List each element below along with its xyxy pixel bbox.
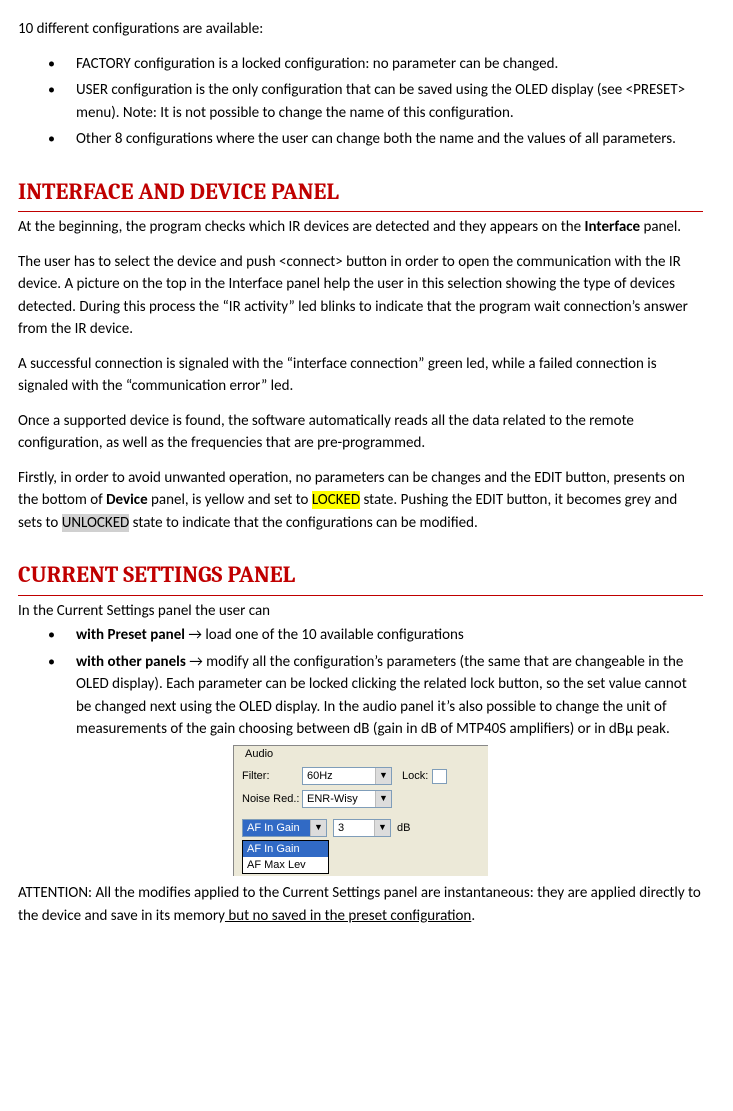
intro-text: 10 different configurations are availabl…: [18, 18, 703, 41]
unlocked-highlight: UNLOCKED: [62, 514, 130, 532]
gain-unit: dB: [397, 820, 410, 837]
filter-value: 60Hz: [307, 768, 333, 785]
lock-label: Lock:: [402, 768, 428, 785]
heading-current-settings: CURRENT SETTINGS PANEL: [18, 558, 703, 596]
text: state to indicate that the configuration…: [129, 514, 478, 532]
filter-label: Filter:: [242, 768, 302, 785]
device-bold: Device: [106, 491, 148, 509]
lock-checkbox[interactable]: [432, 769, 447, 784]
attention-underline: but no saved in the preset configuration: [225, 907, 471, 925]
chevron-down-icon: ▼: [375, 768, 391, 784]
settings-list: with Preset panel → load one of the 10 a…: [18, 624, 703, 741]
config-list: FACTORY configuration is a locked config…: [18, 53, 703, 151]
filter-dropdown[interactable]: 60Hz ▼: [302, 767, 392, 785]
list-item: with other panels → modify all the confi…: [60, 651, 703, 741]
list-item: USER configuration is the only configura…: [60, 79, 703, 124]
dropdown-option[interactable]: AF Max Lev: [243, 857, 328, 873]
preset-bold: with Preset panel: [76, 626, 185, 644]
text: .: [471, 907, 475, 925]
gain-type-value: AF In Gain: [247, 820, 300, 837]
noise-red-value: ENR-Wisy: [307, 791, 358, 808]
gain-type-options-list: AF In Gain AF Max Lev: [242, 840, 329, 874]
chevron-down-icon: ▼: [374, 820, 390, 836]
paragraph: A successful connection is signaled with…: [18, 353, 703, 398]
paragraph: Firstly, in order to avoid unwanted oper…: [18, 467, 703, 535]
audio-group-label: Audio: [242, 748, 276, 760]
attention-paragraph: ATTENTION: All the modifies applied to t…: [18, 882, 703, 927]
gain-value-dropdown[interactable]: 3 ▼: [333, 819, 391, 837]
chevron-down-icon: ▼: [375, 791, 391, 807]
audio-panel-screenshot: Audio Filter: 60Hz ▼ Lock: Noise Red.: E…: [233, 745, 488, 877]
dropdown-option[interactable]: AF In Gain: [243, 841, 328, 857]
locked-highlight: LOCKED: [312, 491, 360, 509]
paragraph: At the beginning, the program checks whi…: [18, 216, 703, 239]
other-panels-bold: with other panels: [76, 653, 186, 671]
gain-type-dropdown[interactable]: AF In Gain ▼: [242, 819, 327, 837]
gain-value: 3: [338, 820, 344, 837]
heading-interface-device: INTERFACE AND DEVICE PANEL: [18, 175, 703, 213]
text: At the beginning, the program checks whi…: [18, 218, 585, 236]
text: panel.: [640, 218, 681, 236]
noise-red-label: Noise Red.:: [242, 791, 302, 808]
noise-red-dropdown[interactable]: ENR-Wisy ▼: [302, 790, 392, 808]
list-item: with Preset panel → load one of the 10 a…: [60, 624, 703, 647]
paragraph: Once a supported device is found, the so…: [18, 410, 703, 455]
list-item: Other 8 configurations where the user ca…: [60, 128, 703, 151]
text: → load one of the 10 available configura…: [185, 626, 464, 644]
list-item: FACTORY configuration is a locked config…: [60, 53, 703, 76]
chevron-down-icon: ▼: [310, 820, 326, 836]
settings-intro: In the Current Settings panel the user c…: [18, 600, 703, 623]
text: panel, is yellow and set to: [148, 491, 312, 509]
interface-bold: Interface: [585, 218, 641, 236]
paragraph: The user has to select the device and pu…: [18, 251, 703, 341]
